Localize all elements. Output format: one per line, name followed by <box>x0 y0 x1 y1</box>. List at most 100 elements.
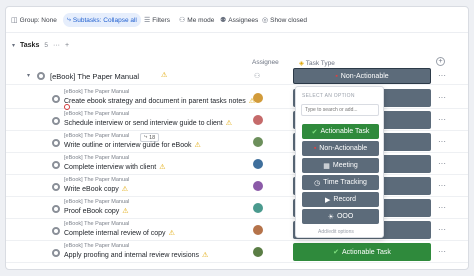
me-mode-button[interactable]: ⚇ Me mode <box>179 13 214 27</box>
show-closed-label: Show closed <box>270 16 307 24</box>
warning-icon: ⚠ <box>202 252 209 259</box>
row-menu-icon[interactable]: ··· <box>438 115 446 124</box>
task-type-select[interactable]: ✔ Actionable Task <box>293 243 431 261</box>
subtasks-button[interactable]: ⤷ Subtasks: Collapse all <box>63 13 141 27</box>
avatar[interactable] <box>253 225 263 235</box>
expand-chevron-icon[interactable]: ▾ <box>27 72 30 79</box>
avatar[interactable] <box>253 247 263 257</box>
add-column-icon[interactable]: + <box>436 57 445 66</box>
warning-icon: ⚠ <box>121 186 129 193</box>
avatar[interactable] <box>253 159 263 169</box>
check-circle-icon: ◎ <box>262 17 269 24</box>
option-label: Actionable Task <box>320 128 370 135</box>
dropdown-option[interactable]: ▪ Non-Actionable <box>302 141 379 156</box>
row-menu-icon[interactable]: ··· <box>438 225 446 234</box>
option-label: Non-Actionable <box>319 145 368 152</box>
collapse-chevron-icon[interactable]: ▾ <box>12 42 15 49</box>
column-header-assignee[interactable]: Assignee <box>252 59 279 66</box>
filters-label: Filters <box>152 16 170 24</box>
task-breadcrumb[interactable]: [eBook] The Paper Manual <box>64 155 129 161</box>
task-breadcrumb[interactable]: [eBook] The Paper Manual <box>64 177 129 183</box>
row-menu-icon[interactable]: ··· <box>438 93 446 102</box>
task-name-text: Write eBook copy <box>64 186 119 193</box>
row-menu-icon[interactable]: ··· <box>438 203 446 212</box>
task-breadcrumb[interactable]: [eBook] The Paper Manual <box>64 111 129 117</box>
warning-icon: ⚠ <box>122 208 129 215</box>
dropdown-option[interactable]: ☀ OOO <box>302 209 379 224</box>
check-icon: ✔ <box>311 128 318 136</box>
avatar[interactable] <box>253 137 263 147</box>
status-icon[interactable] <box>52 227 60 235</box>
row-menu-icon[interactable]: ··· <box>438 247 446 256</box>
section-title: Tasks <box>20 41 40 49</box>
show-closed-button[interactable]: ◎ Show closed <box>262 13 307 27</box>
task-name[interactable]: Write outline or interview guide for eBo… <box>64 141 201 149</box>
dropdown-option[interactable]: ▦ Meeting <box>302 158 379 173</box>
row-menu-icon[interactable]: ··· <box>438 159 446 168</box>
section-add-button[interactable]: + <box>65 42 69 49</box>
table-row[interactable]: [eBook] The Paper Manual Complete intervi… <box>6 153 468 175</box>
task-name[interactable]: Schedule interview or send interview gui… <box>64 119 232 127</box>
warning-icon: ⚠ <box>159 164 166 171</box>
table-row[interactable]: [eBook] The Paper Manual Proof eBook copy… <box>6 197 468 219</box>
avatar[interactable] <box>253 93 263 103</box>
status-icon[interactable] <box>52 95 60 103</box>
filters-button[interactable]: ☰ Filters <box>144 13 170 27</box>
status-icon[interactable] <box>52 205 60 213</box>
task-name[interactable]: Apply proofing and internal review revis… <box>64 251 208 259</box>
redflag-icon: ▪ <box>313 145 317 152</box>
group-button[interactable]: ◫ Group: None <box>11 13 57 27</box>
section-more-button[interactable]: ··· <box>53 42 60 49</box>
table-row[interactable]: [eBook] The Paper Manual Apply proofing a… <box>6 241 468 263</box>
task-type-select[interactable]: ▪ Non-Actionable <box>293 68 431 84</box>
dropdown-option[interactable]: ✔ Actionable Task <box>302 124 379 139</box>
avatar[interactable] <box>253 203 263 213</box>
table-row[interactable]: [eBook] The Paper Manual Schedule intervi… <box>6 109 468 131</box>
row-menu-icon[interactable]: ··· <box>438 137 446 146</box>
warning-icon: ⚠ <box>194 142 201 149</box>
edit-options-link[interactable]: Add/edit options <box>318 229 354 235</box>
task-breadcrumb[interactable]: [eBook] The Paper Manual <box>64 199 129 205</box>
status-icon[interactable] <box>37 72 45 80</box>
status-icon[interactable] <box>52 249 60 257</box>
dropdown-option[interactable]: ▶ Record <box>302 192 379 207</box>
task-name-text: Complete internal review of copy <box>64 230 166 237</box>
warning-icon: ⚠ <box>161 72 168 79</box>
task-name-text: Write outline or interview guide for eBo… <box>64 142 192 149</box>
table-row-parent[interactable]: ▾ [eBook] The Paper Manual ⤷ 18 ⚠ ⚇ ▪ Non-… <box>6 67 468 142</box>
task-name[interactable]: Proof eBook copy ⚠ <box>64 207 129 215</box>
task-breadcrumb[interactable]: [eBook] The Paper Manual <box>64 243 129 249</box>
task-name[interactable]: Complete interview with client ⚠ <box>64 163 165 171</box>
assignee-add-icon[interactable]: ⚇ <box>254 72 260 80</box>
row-menu-icon[interactable]: ··· <box>438 181 446 190</box>
status-icon[interactable] <box>52 183 60 191</box>
task-name[interactable]: Write eBook copy ⚠ <box>64 185 128 193</box>
table-row[interactable]: [eBook] The Paper Manual Complete interna… <box>6 219 468 241</box>
task-name[interactable]: Create ebook strategy and document in pa… <box>64 97 255 105</box>
redflag-icon: ▪ <box>335 72 338 80</box>
status-icon[interactable] <box>52 161 60 169</box>
task-breadcrumb[interactable]: [eBook] The Paper Manual <box>64 89 129 95</box>
status-icon[interactable] <box>52 117 60 125</box>
group-icon: ◫ <box>11 17 18 24</box>
table-row[interactable]: [eBook] The Paper Manual Create ebook str… <box>6 87 468 110</box>
subtasks-label: Subtasks: Collapse all <box>72 16 137 24</box>
task-name[interactable]: [eBook] The Paper Manual <box>50 72 139 81</box>
table-row[interactable]: [eBook] The Paper Manual Write eBook copy… <box>6 175 468 197</box>
task-name-text: Schedule interview or send interview gui… <box>64 120 223 127</box>
avatar[interactable] <box>253 181 263 191</box>
dropdown-option[interactable]: ◷ Time Tracking <box>302 175 379 190</box>
people-icon: ⚉ <box>220 17 227 24</box>
row-menu-icon[interactable]: ··· <box>438 71 446 80</box>
dropdown-search-input[interactable] <box>301 104 379 116</box>
task-breadcrumb[interactable]: [eBook] The Paper Manual <box>64 221 129 227</box>
assignees-button[interactable]: ⚉ Assignees <box>220 13 258 27</box>
task-breadcrumb[interactable]: [eBook] The Paper Manual <box>64 133 129 139</box>
assignees-label: Assignees <box>228 16 259 24</box>
avatar[interactable] <box>253 115 263 125</box>
column-header-task-type[interactable]: ◈ Task Type <box>299 59 335 67</box>
warning-icon: ⚠ <box>225 120 233 127</box>
table-row[interactable]: [eBook] The Paper Manual Write outline or… <box>6 131 468 153</box>
task-name[interactable]: Complete internal review of copy ⚠ <box>64 229 175 237</box>
status-icon[interactable] <box>52 139 60 147</box>
